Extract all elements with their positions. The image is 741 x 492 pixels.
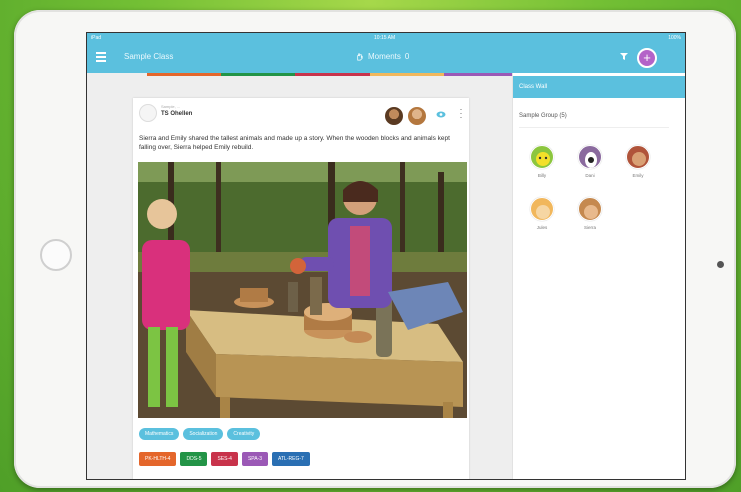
home-button[interactable] — [40, 239, 72, 271]
student-avatar — [578, 197, 602, 221]
standard-badge[interactable]: ATL-REG-7 — [272, 452, 310, 466]
student-name: Dani — [585, 173, 595, 178]
student-avatar — [578, 145, 602, 169]
author-avatar — [139, 104, 157, 122]
camera-icon — [717, 261, 724, 268]
student-dani[interactable]: Dani — [575, 145, 605, 178]
student-billy[interactable]: Billy — [527, 145, 557, 178]
divider — [519, 127, 669, 128]
standard-badges: PK-HLTH-4 DDS-5 SES-4 SPA-3 ATL-REG-7 — [139, 452, 310, 466]
hand-icon — [357, 53, 363, 61]
standard-badge[interactable]: SES-4 — [211, 452, 238, 466]
domain-chips: Mathematics Socialization Creativity — [139, 428, 261, 440]
carrier-label: iPad — [91, 35, 102, 41]
group-label[interactable]: Sample Group (5) — [519, 113, 567, 119]
standard-badge[interactable]: PK-HLTH-4 — [139, 452, 177, 466]
filter-icon[interactable] — [619, 51, 629, 61]
student-avatar — [626, 145, 650, 169]
post-author: TS Ohellen — [161, 111, 193, 117]
ipad-frame: iPad 10:15 AM 100% Sample Class Moments … — [14, 10, 736, 488]
app-screen: iPad 10:15 AM 100% Sample Class Moments … — [86, 32, 686, 480]
photo-illustration — [138, 162, 467, 418]
student-name: Emily — [632, 173, 644, 178]
domain-chip[interactable]: Creativity — [227, 428, 261, 440]
moments-feed[interactable]: Thursday May 22, 10:37 Sample, ... TS Oh… — [87, 76, 512, 479]
student-name: Sierra — [583, 225, 596, 230]
student-avatar — [530, 197, 554, 221]
student-name: Billy — [537, 173, 547, 178]
battery-label: 100% — [668, 35, 681, 41]
tagged-child-avatar[interactable] — [407, 106, 427, 126]
post-caption: Sierra and Emily shared the tallest anim… — [139, 135, 450, 151]
standard-badge[interactable]: DDS-5 — [180, 452, 208, 466]
domain-chip[interactable]: Socialization — [183, 428, 224, 440]
moments-label: Moments — [368, 52, 401, 61]
status-bar: iPad 10:15 AM 100% — [87, 33, 685, 43]
moment-card[interactable]: Sample, ... TS Ohellen · · · Sierra and Em… — [133, 98, 469, 479]
clock: 10:15 AM — [374, 35, 396, 41]
standard-badge[interactable]: SPA-3 — [241, 452, 269, 466]
moment-photo[interactable] — [138, 162, 467, 418]
post-meta: Sample, ... — [161, 104, 181, 109]
moments-tab[interactable]: Moments 0 — [355, 52, 409, 61]
class-name[interactable]: Sample Class — [124, 52, 173, 61]
tagged-child-avatar[interactable] — [384, 106, 404, 126]
nav-bar: Sample Class Moments 0 + — [87, 43, 685, 73]
add-button[interactable]: + — [637, 48, 657, 68]
class-sidebar: Class Wall Sample Group (5) Billy Dani E — [512, 73, 685, 479]
student-name: Jules — [536, 225, 548, 230]
student-jules[interactable]: Jules — [527, 197, 557, 230]
domain-chip[interactable]: Mathematics — [139, 428, 180, 440]
menu-icon[interactable] — [96, 52, 106, 62]
sidebar-header[interactable]: Class Wall — [513, 76, 685, 98]
visibility-icon[interactable] — [436, 111, 446, 120]
moments-count: 0 — [404, 52, 410, 61]
student-avatar — [530, 145, 554, 169]
student-emily[interactable]: Emily — [623, 145, 653, 178]
more-options-icon[interactable]: · · · — [458, 105, 464, 122]
student-sierra[interactable]: Sierra — [575, 197, 605, 230]
